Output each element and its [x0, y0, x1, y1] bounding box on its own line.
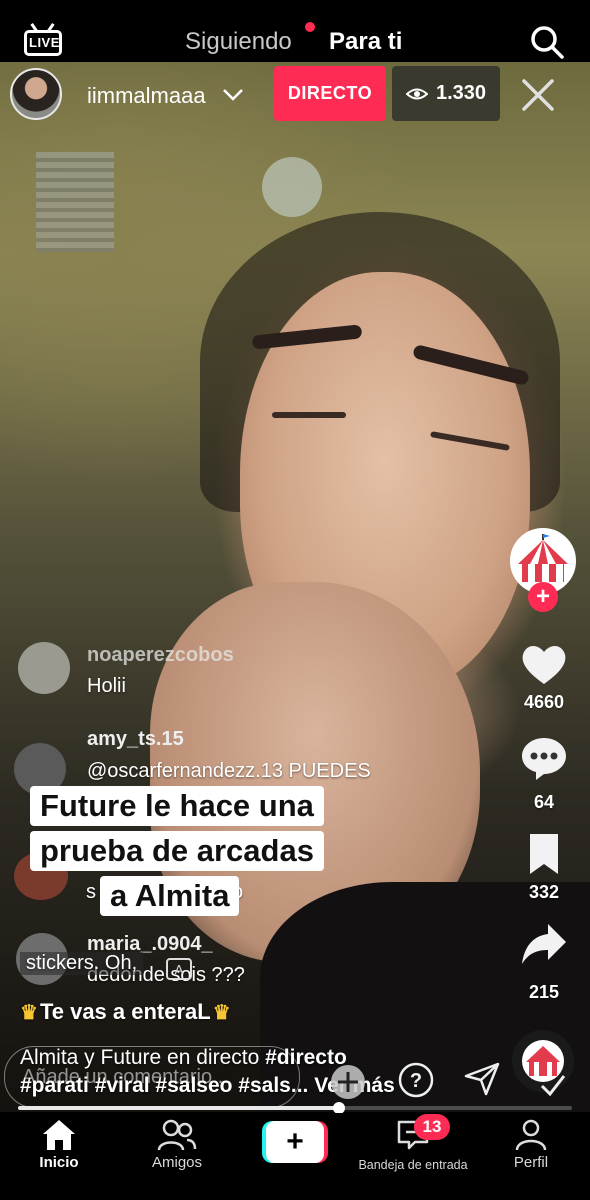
create-button[interactable]: + — [262, 1121, 328, 1163]
tab-for-you[interactable]: Para ti — [329, 28, 402, 56]
eye-left — [272, 412, 346, 418]
caption-line-1: Future le hace una — [30, 786, 324, 826]
viewer-count-value: 1.330 — [435, 82, 487, 104]
live-badge[interactable]: DIRECTO — [274, 66, 386, 121]
chevron-down-icon[interactable] — [221, 84, 245, 104]
crown-icon: ♛ — [212, 1001, 231, 1024]
tab-following[interactable]: Siguiendo — [185, 28, 292, 56]
video-progress-fill — [18, 1106, 339, 1110]
eye-icon — [405, 88, 428, 99]
comment-text: @oscarfernandezz.13 PUEDES — [87, 760, 371, 782]
sticker-text: stickers. Oh, — [20, 952, 144, 975]
like-count: 4660 — [523, 692, 565, 712]
comment-avatar[interactable] — [18, 642, 70, 694]
bookmark-icon[interactable] — [520, 832, 568, 876]
profile-icon — [515, 1119, 547, 1151]
description-text: Almita y Future en directo — [20, 1046, 260, 1069]
crown-icon: ♛ — [20, 1001, 38, 1024]
add-icon[interactable] — [328, 1062, 368, 1102]
host-avatar[interactable] — [10, 68, 62, 120]
nav-profile-label: Perfil — [513, 1154, 549, 1171]
save-count: 332 — [528, 882, 560, 902]
comment-count: 64 — [533, 792, 555, 812]
viewer-count[interactable]: 1.330 — [392, 66, 500, 121]
home-icon — [43, 1120, 75, 1150]
svg-text:?: ? — [410, 1070, 422, 1092]
new-content-dot — [305, 22, 315, 32]
send-icon[interactable] — [462, 1058, 502, 1098]
nav-home[interactable]: Inicio — [4, 1118, 114, 1188]
caption-line-2: prueba de arcadas — [30, 831, 324, 871]
nav-friends[interactable]: Amigos — [122, 1118, 232, 1188]
translate-icon[interactable]: A — [166, 958, 192, 980]
nav-home-label: Inicio — [39, 1154, 79, 1171]
live-icon[interactable]: LIVE — [24, 22, 62, 56]
gift-message: ♛ Te vas a enteraL ♛ — [20, 999, 231, 1025]
comment-text: Holii — [87, 675, 126, 697]
hashtag-list[interactable]: #parati #viral #salseo #sals... — [20, 1074, 308, 1097]
nav-friends-label: Amigos — [151, 1154, 203, 1171]
heart-icon[interactable] — [520, 642, 568, 686]
nav-inbox[interactable]: Bandeja de entrada — [352, 1118, 474, 1188]
caption-line-3: a Almita — [100, 876, 240, 916]
question-icon[interactable]: ? — [396, 1060, 436, 1100]
share-icon[interactable] — [520, 922, 568, 966]
live-icon-label: LIVE — [29, 35, 60, 50]
comment-username[interactable]: noaperezcobos — [87, 644, 234, 667]
comment-text: s — [86, 881, 96, 903]
share-count: 215 — [528, 982, 560, 1002]
wall-vent — [36, 152, 114, 252]
ceiling-lamp — [262, 157, 322, 217]
checkmark-icon[interactable] — [538, 1070, 568, 1100]
top-bar — [0, 0, 590, 62]
nav-inbox-label: Bandeja de entrada — [358, 1158, 468, 1172]
plus-icon: + — [266, 1121, 324, 1163]
nav-profile[interactable]: Perfil — [476, 1118, 586, 1188]
inbox-badge: 13 — [414, 1114, 450, 1140]
follow-plus-button[interactable]: + — [528, 582, 558, 612]
gift-message-text: Te vas a enteraL — [39, 999, 211, 1024]
host-username[interactable]: iimmalmaaa — [87, 83, 206, 109]
svg-text:A: A — [175, 962, 184, 977]
comment-bubble-icon[interactable] — [520, 736, 568, 780]
search-icon[interactable] — [529, 24, 565, 60]
comment-username[interactable]: amy_ts.15 — [87, 728, 184, 751]
close-icon[interactable] — [520, 77, 556, 113]
friends-icon — [157, 1119, 197, 1151]
